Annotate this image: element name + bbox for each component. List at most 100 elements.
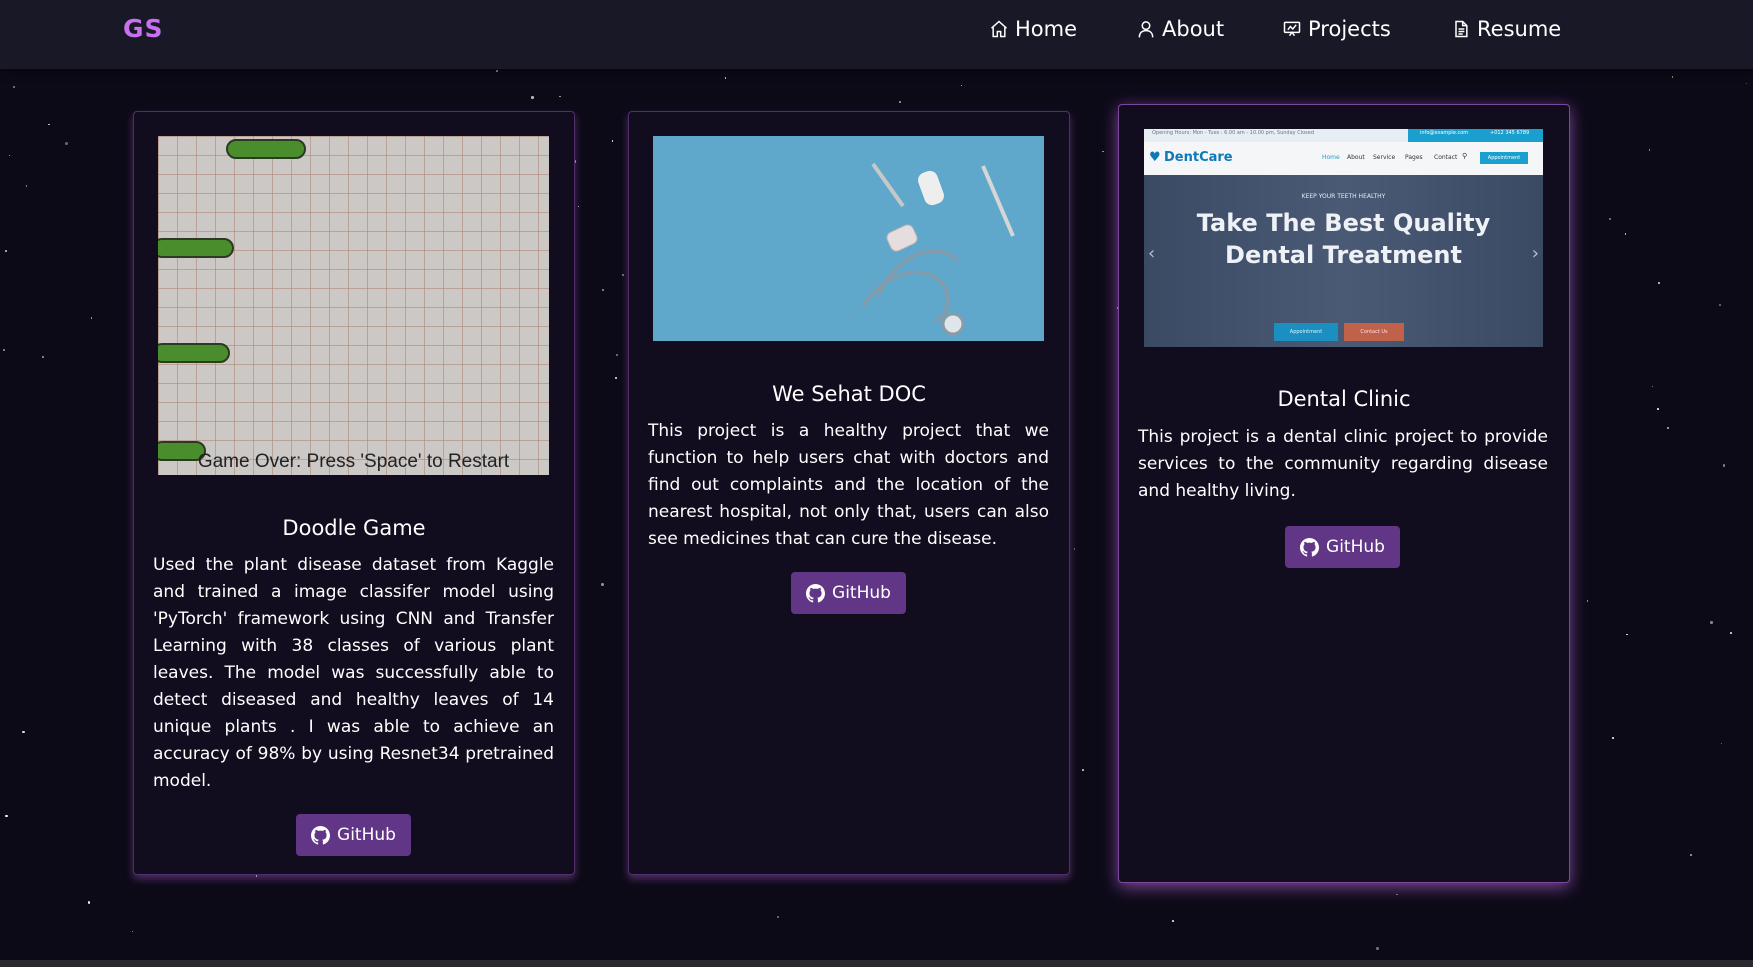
dentcare-tooth-icon: ♥ <box>1149 150 1161 165</box>
project-title: We Sehat DOC <box>772 382 926 406</box>
star <box>25 185 28 187</box>
doodle-platform <box>158 343 230 363</box>
nav-about[interactable]: About <box>1136 14 1224 44</box>
star <box>1586 600 1589 602</box>
preview-topbar: Opening Hours: Mon - Tues : 6.00 am - 10… <box>1144 129 1543 142</box>
star <box>8 154 11 157</box>
logo[interactable]: GS <box>123 14 164 43</box>
nav-about-label: About <box>1162 17 1225 41</box>
preview-topbar-contact: info@example.com +012 345 6789 <box>1408 129 1543 142</box>
star <box>496 70 498 72</box>
preview-headline-line1: Take The Best Quality <box>1196 209 1491 237</box>
project-description: Used the plant disease dataset from Kagg… <box>153 555 554 791</box>
star <box>1648 149 1651 151</box>
doodle-platform <box>226 139 306 159</box>
preview-menu-contact: Contact <box>1434 154 1458 161</box>
preview-menu-service: Service <box>1373 154 1396 161</box>
star <box>5 814 8 818</box>
github-button[interactable]: GitHub <box>296 814 411 856</box>
preview-hero-appointment-button: Appointment <box>1274 323 1338 341</box>
star <box>90 317 93 319</box>
bottom-scrollbar[interactable] <box>0 960 1753 967</box>
nav-projects[interactable]: Projects <box>1282 14 1391 44</box>
star <box>1612 737 1614 739</box>
star <box>65 142 68 145</box>
star <box>87 901 91 904</box>
preview-phone: +012 345 6789 <box>1490 130 1530 136</box>
doodle-platform <box>158 238 234 258</box>
star <box>776 915 779 919</box>
star <box>1745 82 1748 85</box>
project-title: Doodle Game <box>282 516 426 540</box>
star <box>899 101 901 103</box>
star <box>1722 464 1726 467</box>
star <box>1172 920 1174 922</box>
nav-home[interactable]: Home <box>989 14 1077 44</box>
project-card-we-sehat-doc: We Sehat DOC This project is a healthy p… <box>628 111 1070 875</box>
preview-hero-contact-button: Contact Us <box>1344 323 1404 341</box>
doodle-game-screenshot: Game Over: Press 'Space' to Restart <box>158 136 549 475</box>
star <box>1658 282 1660 284</box>
star <box>621 273 625 277</box>
preview-menu-about: About <box>1347 154 1365 161</box>
star <box>3 349 5 351</box>
github-icon <box>1300 537 1320 557</box>
github-button-label: GitHub <box>1326 537 1385 557</box>
star <box>611 140 614 142</box>
github-icon <box>311 825 331 845</box>
stethoscope-illustration <box>861 162 1015 336</box>
game-over-caption: Game Over: Press 'Space' to Restart <box>197 451 510 472</box>
star <box>1609 218 1611 220</box>
github-button[interactable]: GitHub <box>1285 526 1400 568</box>
nav-resume[interactable]: Resume <box>1451 14 1561 44</box>
star <box>1710 621 1713 624</box>
github-button[interactable]: GitHub <box>791 572 906 614</box>
star <box>48 123 50 126</box>
star <box>602 289 604 291</box>
star <box>616 354 618 356</box>
github-button-label: GitHub <box>832 583 891 603</box>
star <box>614 376 618 380</box>
navbar: GS Home About Projects Resume <box>0 0 1753 69</box>
preview-menu-pages: Pages <box>1405 154 1423 161</box>
star <box>255 875 258 877</box>
github-button-label: GitHub <box>337 825 396 845</box>
nav-home-label: Home <box>1015 17 1078 41</box>
star <box>1626 633 1628 636</box>
star <box>1376 947 1379 950</box>
star <box>1667 427 1669 429</box>
preview-search-icon: ⚲ <box>1462 152 1468 160</box>
star <box>960 84 962 87</box>
nav-projects-label: Projects <box>1308 17 1391 41</box>
star <box>531 96 534 99</box>
projects-icon <box>1283 21 1301 37</box>
preview-navbar: ♥ DentCare Home About Service Pages Cont… <box>1144 142 1543 175</box>
star <box>559 95 561 98</box>
star <box>1396 893 1398 896</box>
preview-hero: KEEP YOUR TEETH HEALTHY Take The Best Qu… <box>1144 175 1543 347</box>
star <box>131 930 134 933</box>
star <box>1690 854 1692 856</box>
star <box>1082 769 1084 771</box>
star <box>601 583 604 586</box>
star <box>42 356 44 358</box>
medical-supplies-image <box>653 136 1044 341</box>
star <box>1102 150 1104 153</box>
user-icon <box>1138 21 1154 38</box>
carousel-prev-icon: ‹ <box>1148 243 1156 264</box>
star <box>1073 548 1076 550</box>
preview-appointment-button: Appointment <box>1480 152 1528 164</box>
star <box>5 250 7 252</box>
project-card-doodle-game: Game Over: Press 'Space' to Restart Dood… <box>133 111 575 875</box>
dental-clinic-screenshot: Opening Hours: Mon - Tues : 6.00 am - 10… <box>1144 129 1543 347</box>
star <box>1720 742 1723 745</box>
preview-brand: DentCare <box>1164 150 1233 165</box>
preview-kicker: KEEP YOUR TEETH HEALTHY <box>1301 193 1386 200</box>
preview-email: info@example.com <box>1420 130 1469 136</box>
github-icon <box>806 583 826 603</box>
document-icon <box>1455 20 1468 38</box>
project-description: This project is a dental clinic project … <box>1138 427 1548 501</box>
star <box>13 86 15 88</box>
star <box>1624 233 1627 235</box>
home-icon <box>991 20 1007 38</box>
